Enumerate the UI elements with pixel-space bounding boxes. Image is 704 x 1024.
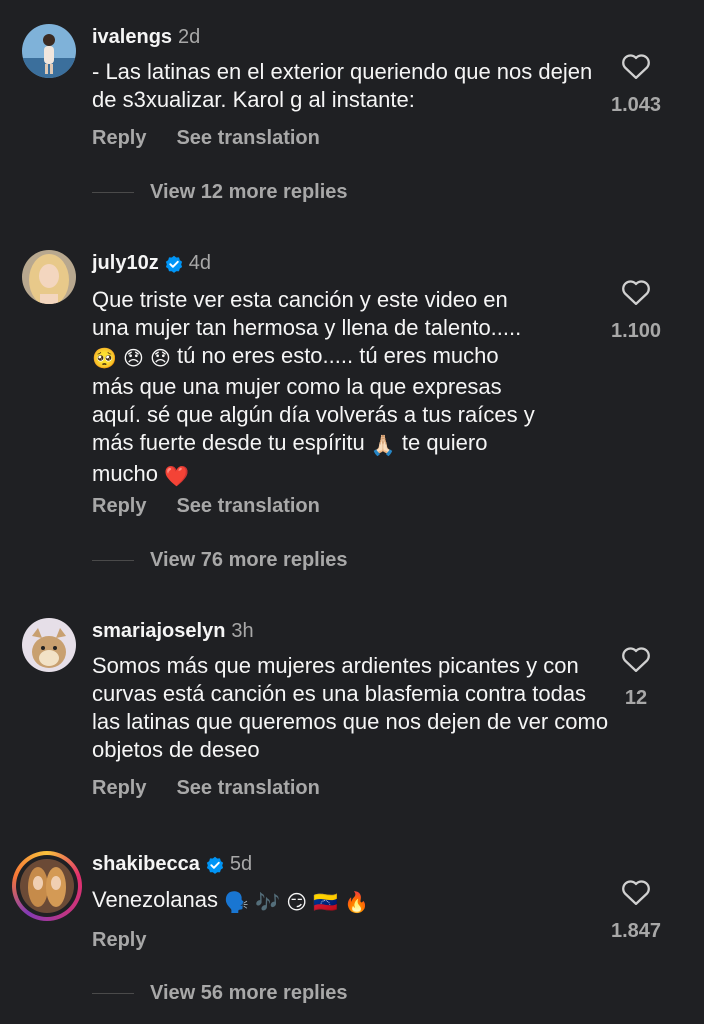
heart-icon[interactable] <box>621 52 651 80</box>
comment-text: - Las latinas en el exterior queriendo q… <box>92 59 593 112</box>
red-heart-emoji: ❤️ <box>164 466 190 488</box>
username[interactable]: shakibecca <box>92 853 200 876</box>
profile-photo-icon <box>22 618 76 672</box>
like-count: 1.043 <box>610 94 662 116</box>
like-count: 1.100 <box>610 320 662 342</box>
profile-photo-icon <box>22 24 76 78</box>
speaking-head-emoji: 🗣️ <box>224 892 250 914</box>
comment-text: Que triste ver esta canción y este video… <box>92 286 612 491</box>
text-line: mucho ❤️ <box>92 460 612 491</box>
timestamp: 2d <box>178 26 201 48</box>
like-count: 12 <box>624 687 648 709</box>
comment-text: Somos más que mujeres ardientes picantes… <box>92 653 609 762</box>
heart-icon[interactable] <box>621 645 651 673</box>
text-line: una mujer tan hermosa y llena de talento… <box>92 315 522 340</box>
avatar[interactable] <box>22 618 76 672</box>
text-line: aquí. sé que algún día volverás a tus ra… <box>92 402 535 427</box>
username[interactable]: smariajoselyn <box>92 620 225 643</box>
musical-notes-emoji: 🎶 <box>255 892 281 914</box>
profile-photo-icon <box>20 859 74 913</box>
heart-icon[interactable] <box>621 278 651 306</box>
heart-icon[interactable] <box>621 878 651 906</box>
fire-emoji: 🔥 <box>344 892 370 914</box>
divider-line <box>92 192 134 193</box>
divider-line <box>92 560 134 561</box>
text-line: Que triste ver esta canción y este video… <box>92 287 508 312</box>
avatar <box>20 859 74 913</box>
divider-line <box>92 993 134 994</box>
timestamp: 4d <box>188 252 211 274</box>
profile-photo-icon <box>22 250 76 304</box>
text-line: 🥺 😞 😞 tú no eres esto..... tú eres mucho <box>92 342 612 373</box>
view-replies-button[interactable]: View 56 more replies <box>150 982 348 1005</box>
story-ring[interactable] <box>12 851 82 921</box>
avatar[interactable] <box>22 250 76 304</box>
comment-text: Venezolanas 🗣️ 🎶 😏 🇻🇪 🔥 <box>92 886 612 917</box>
text-line: más que una mujer como la que expresas <box>92 374 502 399</box>
timestamp: 3h <box>231 620 254 642</box>
avatar[interactable] <box>22 24 76 78</box>
reply-button[interactable]: Reply <box>92 127 146 150</box>
disappointed-face-emoji: 😞 <box>150 348 171 370</box>
username[interactable]: july10z <box>92 252 159 275</box>
see-translation-button[interactable]: See translation <box>176 127 319 150</box>
like-count: 1.847 <box>610 920 662 942</box>
username[interactable]: ivalengs <box>92 26 172 49</box>
reply-button[interactable]: Reply <box>92 495 146 518</box>
venezuela-flag-emoji: 🇻🇪 <box>313 892 339 914</box>
praying-hands-emoji: 🙏🏻 <box>370 435 396 457</box>
view-replies-button[interactable]: View 12 more replies <box>150 181 348 204</box>
pleading-face-emoji: 🥺 <box>92 348 117 370</box>
verified-badge-icon <box>165 255 182 273</box>
view-replies-button[interactable]: View 76 more replies <box>150 549 348 572</box>
story-ring-gap <box>16 855 78 917</box>
disappointed-face-emoji: 😞 <box>123 348 144 370</box>
smirking-face-emoji: 😏 <box>286 892 308 914</box>
text-line: más fuerte desde tu espíritu 🙏🏻 te quier… <box>92 429 612 460</box>
reply-button[interactable]: Reply <box>92 777 146 800</box>
timestamp: 5d <box>229 853 253 875</box>
reply-button[interactable]: Reply <box>92 929 146 952</box>
verified-badge-icon <box>206 856 223 874</box>
see-translation-button[interactable]: See translation <box>176 777 319 800</box>
see-translation-button[interactable]: See translation <box>176 495 319 518</box>
